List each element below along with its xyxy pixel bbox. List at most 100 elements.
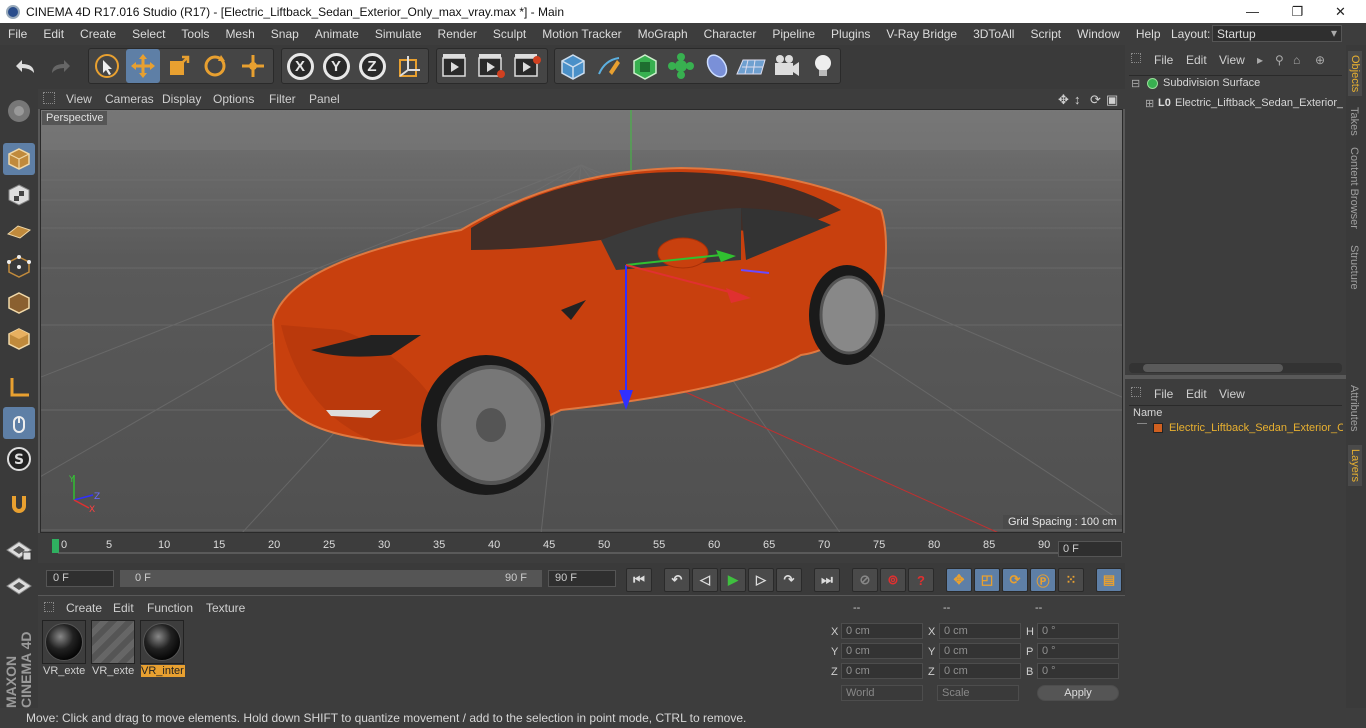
- size-z-field[interactable]: 0 cm: [939, 663, 1021, 679]
- object-menu-view[interactable]: View: [1219, 53, 1245, 67]
- tab-content-browser[interactable]: Content Browser: [1348, 147, 1360, 229]
- planar-workplane-icon[interactable]: [3, 569, 35, 601]
- camera-object-icon[interactable]: [770, 49, 804, 83]
- scale-icon[interactable]: [162, 49, 196, 83]
- viewport-menu-display[interactable]: Display: [162, 92, 201, 106]
- move-icon[interactable]: [126, 49, 160, 83]
- object-menu-more-icon[interactable]: ▸: [1257, 53, 1263, 67]
- menu-tools[interactable]: Tools: [173, 27, 217, 41]
- tree-expand-icon[interactable]: ⊟: [1131, 77, 1140, 90]
- last-tool-icon[interactable]: [236, 49, 270, 83]
- 3d-viewport[interactable]: Y Z X: [40, 109, 1123, 533]
- live-selection-icon[interactable]: [90, 49, 124, 83]
- menu-pipeline[interactable]: Pipeline: [764, 27, 823, 41]
- layer-menu-view[interactable]: View: [1219, 387, 1245, 401]
- tab-attributes[interactable]: Attributes: [1348, 385, 1360, 431]
- locked-workplane-icon[interactable]: [3, 533, 35, 565]
- undo-icon[interactable]: [8, 49, 42, 83]
- menu-render[interactable]: Render: [430, 27, 485, 41]
- tab-objects[interactable]: Objects: [1348, 51, 1362, 97]
- menu-mesh[interactable]: Mesh: [217, 27, 262, 41]
- subdivision-surface-icon[interactable]: [628, 49, 662, 83]
- menu-vray-bridge[interactable]: V-Ray Bridge: [878, 27, 965, 41]
- rotate-icon[interactable]: [198, 49, 232, 83]
- object-menu-edit[interactable]: Edit: [1186, 53, 1207, 67]
- object-horizontal-scrollbar[interactable]: [1129, 363, 1342, 373]
- deformer-icon[interactable]: [700, 49, 734, 83]
- viewport-menu-cameras[interactable]: Cameras: [105, 92, 154, 106]
- edges-mode-icon[interactable]: [3, 287, 35, 319]
- rotation-h-field[interactable]: 0 °: [1037, 623, 1119, 639]
- menu-edit[interactable]: Edit: [35, 27, 72, 41]
- menu-animate[interactable]: Animate: [307, 27, 367, 41]
- menu-file[interactable]: File: [0, 27, 35, 41]
- parameter-key-icon[interactable]: Ⓟ: [1030, 568, 1056, 592]
- cloner-icon[interactable]: [664, 49, 698, 83]
- x-axis-lock-button[interactable]: X: [283, 49, 317, 83]
- size-mode-dropdown[interactable]: Scale: [937, 685, 1019, 701]
- position-z-field[interactable]: 0 cm: [841, 663, 923, 679]
- layout-dropdown[interactable]: Startup: [1212, 25, 1342, 42]
- viewport-menu-filter[interactable]: Filter: [269, 92, 296, 106]
- object-filter-icon[interactable]: ⊕: [1315, 53, 1325, 67]
- tree-expand-icon[interactable]: ⊞: [1145, 97, 1154, 110]
- material-menu-edit[interactable]: Edit: [113, 601, 134, 615]
- layer-item-car[interactable]: Electric_Liftback_Sedan_Exterior_C: [1169, 422, 1343, 434]
- menu-select[interactable]: Select: [124, 27, 173, 41]
- workplane-icon[interactable]: [3, 215, 35, 247]
- menu-plugins[interactable]: Plugins: [823, 27, 878, 41]
- size-x-field[interactable]: 0 cm: [939, 623, 1021, 639]
- position-y-field[interactable]: 0 cm: [841, 643, 923, 659]
- floor-object-icon[interactable]: [734, 49, 768, 83]
- viewport-rotate-nav-icon[interactable]: ⟳: [1090, 92, 1101, 108]
- viewport-maximize-icon[interactable]: ▣: [1106, 92, 1118, 108]
- object-car-model[interactable]: Electric_Liftback_Sedan_Exterior_: [1175, 97, 1343, 109]
- menu-help[interactable]: Help: [1128, 27, 1169, 41]
- snap-magnet-icon[interactable]: [3, 489, 35, 521]
- pen-spline-icon[interactable]: [592, 49, 626, 83]
- play-forward-icon[interactable]: ▶: [720, 568, 746, 592]
- rotation-key-icon[interactable]: ⟳: [1002, 568, 1028, 592]
- size-y-field[interactable]: 0 cm: [939, 643, 1021, 659]
- material-menu-create[interactable]: Create: [66, 601, 102, 615]
- menu-create[interactable]: Create: [72, 27, 124, 41]
- polygons-mode-icon[interactable]: [3, 323, 35, 355]
- tab-takes[interactable]: Takes: [1348, 107, 1360, 136]
- points-mode-icon[interactable]: [3, 251, 35, 283]
- viewport-zoom-nav-icon[interactable]: ↕: [1074, 92, 1081, 107]
- texture-mode-icon[interactable]: [3, 179, 35, 211]
- max-time-field[interactable]: 90 F: [548, 570, 616, 587]
- menu-simulate[interactable]: Simulate: [367, 27, 430, 41]
- scale-key-icon[interactable]: ◰: [974, 568, 1000, 592]
- next-frame-icon[interactable]: ▷: [748, 568, 774, 592]
- menu-3dtoall[interactable]: 3DToAll: [965, 27, 1022, 41]
- rotation-p-field[interactable]: 0 °: [1037, 643, 1119, 659]
- object-subdivision-surface[interactable]: Subdivision Surface: [1163, 77, 1260, 89]
- current-frame-field[interactable]: 0 F: [1058, 541, 1122, 557]
- layer-menu-file[interactable]: File: [1154, 387, 1173, 401]
- object-home-icon[interactable]: ⌂: [1293, 53, 1300, 67]
- y-axis-lock-button[interactable]: Y: [319, 49, 353, 83]
- maximize-button[interactable]: ❐: [1275, 0, 1320, 23]
- cube-primitive-icon[interactable]: [556, 49, 590, 83]
- goto-end-icon[interactable]: ⏭: [814, 568, 840, 592]
- axis-mode-icon[interactable]: [3, 371, 35, 403]
- menu-script[interactable]: Script: [1022, 27, 1069, 41]
- z-axis-lock-button[interactable]: Z: [355, 49, 389, 83]
- viewport-move-nav-icon[interactable]: ✥: [1058, 92, 1069, 108]
- render-picture-viewer-icon[interactable]: [474, 49, 508, 83]
- material-name-selected[interactable]: VR_inter: [141, 665, 185, 677]
- apply-button[interactable]: Apply: [1037, 685, 1119, 701]
- layer-color-swatch[interactable]: [1153, 423, 1163, 433]
- preview-range-slider[interactable]: 0 F 90 F: [120, 570, 542, 587]
- min-time-field[interactable]: 0 F: [46, 570, 114, 587]
- menu-sculpt[interactable]: Sculpt: [485, 27, 534, 41]
- render-settings-icon[interactable]: [510, 49, 544, 83]
- menu-window[interactable]: Window: [1069, 27, 1128, 41]
- rotation-b-field[interactable]: 0 °: [1037, 663, 1119, 679]
- auto-keying-icon[interactable]: ⊚: [880, 568, 906, 592]
- redo-icon[interactable]: [44, 49, 78, 83]
- solo-mode-icon[interactable]: S: [3, 443, 35, 475]
- tab-layers[interactable]: Layers: [1348, 445, 1362, 487]
- timeline-window-icon[interactable]: ▤: [1096, 568, 1122, 592]
